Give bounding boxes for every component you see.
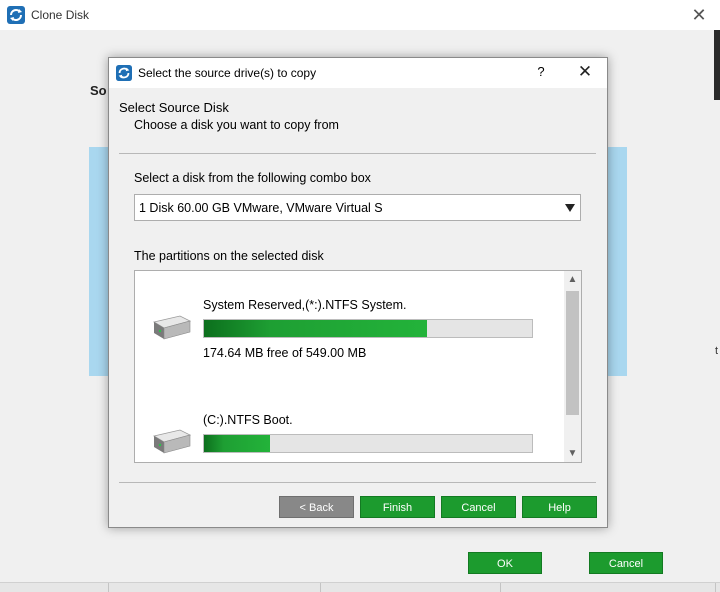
- partition-free-text: 174.64 MB free of 549.00 MB: [203, 346, 367, 360]
- partitions-label: The partitions on the selected disk: [134, 249, 324, 263]
- help-icon[interactable]: ?: [533, 64, 549, 79]
- app-close-icon[interactable]: ✕: [688, 4, 710, 26]
- partitions-scrollbar[interactable]: ▲ ▼: [564, 271, 581, 462]
- partition-usage-bar: [203, 319, 533, 338]
- edge-text: t: [714, 345, 718, 357]
- partition-usage-bar: [203, 434, 533, 453]
- ok-button[interactable]: OK: [468, 552, 542, 574]
- back-button[interactable]: < Back: [279, 496, 354, 518]
- disk-select-value: 1 Disk 60.00 GB VMware, VMware Virtual S: [139, 201, 383, 215]
- help-button[interactable]: Help: [522, 496, 597, 518]
- partition-item[interactable]: System Reserved,(*:).NTFS System. 174.64…: [135, 291, 563, 361]
- close-icon[interactable]: ✕: [575, 62, 595, 82]
- main-heading: So: [90, 83, 107, 98]
- select-source-dialog: Select the source drive(s) to copy ? ✕ S…: [108, 57, 608, 528]
- section-title: Select Source Disk: [119, 100, 229, 115]
- partition-item[interactable]: (C:).NTFS Boot.: [135, 406, 563, 462]
- scroll-up-icon[interactable]: ▲: [564, 271, 581, 288]
- finish-button[interactable]: Finish: [360, 496, 435, 518]
- dialog-logo-icon: [116, 65, 132, 81]
- hard-disk-icon: [152, 315, 192, 340]
- dialog-title: Select the source drive(s) to copy: [138, 66, 317, 80]
- partitions-list[interactable]: System Reserved,(*:).NTFS System. 174.64…: [134, 270, 582, 463]
- app-title: Clone Disk: [31, 8, 90, 22]
- partition-name: (C:).NTFS Boot.: [203, 413, 293, 427]
- hard-disk-icon: [152, 429, 192, 454]
- partition-usage-fill: [204, 320, 428, 337]
- cancel-button[interactable]: Cancel: [441, 496, 516, 518]
- divider: [119, 153, 596, 154]
- app-titlebar: Clone Disk ✕: [0, 0, 720, 30]
- scroll-thumb[interactable]: [566, 291, 579, 415]
- right-edge-strip: [714, 30, 720, 100]
- dropdown-arrow-icon[interactable]: [565, 204, 575, 212]
- partition-usage-fill: [204, 435, 270, 452]
- dialog-titlebar: Select the source drive(s) to copy ? ✕: [109, 58, 607, 88]
- partition-name: System Reserved,(*:).NTFS System.: [203, 298, 407, 312]
- app-cancel-button[interactable]: Cancel: [589, 552, 663, 574]
- scroll-down-icon[interactable]: ▼: [564, 445, 581, 462]
- combo-label: Select a disk from the following combo b…: [134, 171, 371, 185]
- disk-select[interactable]: 1 Disk 60.00 GB VMware, VMware Virtual S: [134, 194, 581, 221]
- section-subtitle: Choose a disk you want to copy from: [134, 118, 339, 132]
- divider: [119, 482, 596, 483]
- app-logo-icon: [7, 6, 25, 24]
